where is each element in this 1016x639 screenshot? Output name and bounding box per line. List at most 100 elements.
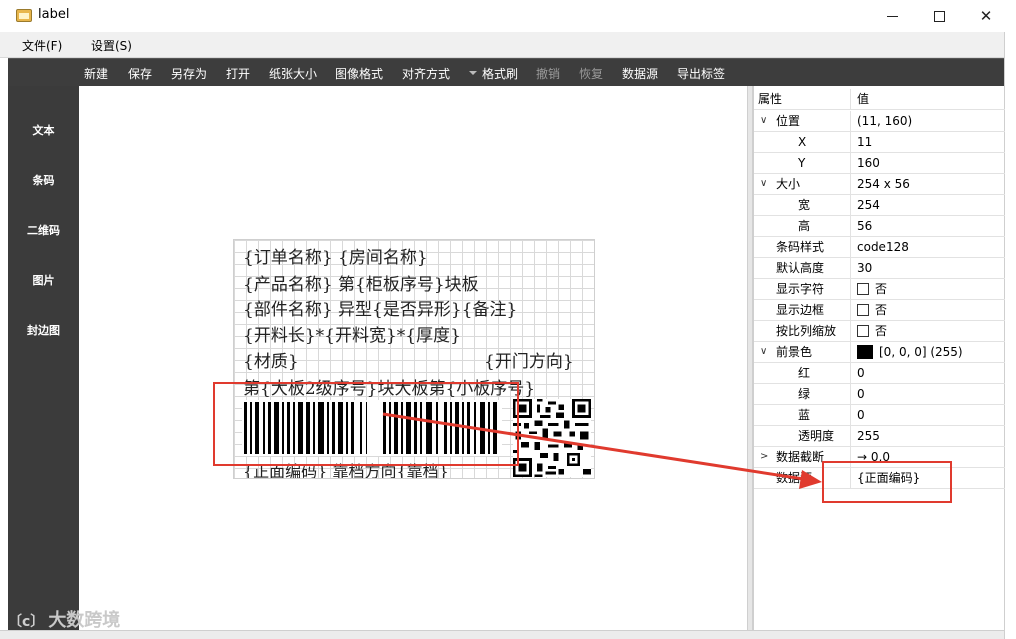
property-row-foreground[interactable]: ∨ 前景色 [0, 0, 0] (255) — [754, 342, 1005, 363]
show-chars-checkbox[interactable] — [857, 283, 869, 295]
datasource-button[interactable]: 数据源 — [622, 65, 658, 82]
status-strip — [0, 630, 1004, 639]
property-row-size[interactable]: ∨ 大小 254 x 56 — [754, 174, 1005, 195]
property-panel: 属性 值 ∨ 位置 (11, 160) X 11 Y 160 ∨ 大小 254 … — [753, 86, 1005, 630]
property-name: 按比列缩放 — [754, 321, 851, 342]
close-button[interactable]: ✕ — [963, 0, 1009, 32]
property-name-header: 属性 — [754, 89, 851, 110]
show-border-checkbox[interactable] — [857, 304, 869, 316]
new-button[interactable]: 新建 — [84, 65, 108, 82]
property-row-width[interactable]: 宽 254 — [754, 195, 1005, 216]
align-dropdown-icon[interactable] — [469, 71, 477, 75]
watermark-text: 大数跨境 — [48, 610, 121, 631]
property-value[interactable]: 160 — [857, 153, 1005, 174]
save-button[interactable]: 保存 — [128, 65, 152, 82]
property-value[interactable]: 11 — [857, 132, 1005, 153]
toolbar: 新建 保存 另存为 打开 纸张大小 图像格式 对齐方式 格式刷 撤销 恢复 数据… — [8, 58, 1004, 86]
property-value[interactable]: 30 — [857, 258, 1005, 279]
align-button[interactable]: 对齐方式 — [402, 65, 450, 82]
annotation-box-barcode — [213, 382, 519, 466]
property-value[interactable]: 否 — [857, 279, 1005, 300]
property-value[interactable]: 56 — [857, 216, 1005, 237]
property-value[interactable]: [0, 0, 0] (255) — [857, 342, 1005, 363]
property-value[interactable]: (11, 160) — [857, 111, 1005, 132]
paper-size-button[interactable]: 纸张大小 — [269, 65, 317, 82]
property-name: 大小 — [754, 174, 851, 195]
menu-settings[interactable]: 设置(S) — [91, 37, 132, 54]
property-value[interactable]: 0 — [857, 384, 1005, 405]
property-name: 蓝 — [754, 405, 851, 426]
tool-qrcode[interactable]: 二维码 — [8, 222, 79, 238]
export-label-button[interactable]: 导出标签 — [677, 65, 725, 82]
tool-text[interactable]: 文本 — [8, 122, 79, 138]
label-text-line[interactable]: {部件名称} 异型{是否异形}{备注} — [243, 295, 517, 320]
property-value[interactable]: 254 x 56 — [857, 174, 1005, 195]
property-value[interactable]: 否 — [857, 321, 1005, 342]
maximize-icon — [933, 10, 945, 22]
app-folder-icon — [16, 9, 32, 22]
property-row-proportional[interactable]: 按比列缩放 否 — [754, 321, 1005, 342]
color-swatch[interactable] — [857, 345, 873, 359]
property-row-y[interactable]: Y 160 — [754, 153, 1005, 174]
annotation-box-datasource — [822, 461, 952, 503]
property-name: 显示字符 — [754, 279, 851, 300]
window-edge — [1004, 32, 1016, 639]
property-row-height[interactable]: 高 56 — [754, 216, 1005, 237]
image-format-button[interactable]: 图像格式 — [335, 65, 383, 82]
window-title: label — [38, 7, 70, 22]
open-button[interactable]: 打开 — [226, 65, 250, 82]
property-name: Y — [754, 153, 851, 174]
property-value[interactable]: 0 — [857, 363, 1005, 384]
minimize-button[interactable] — [869, 0, 915, 32]
label-text-line[interactable]: {开门方向} — [484, 347, 574, 372]
property-name: 条码样式 — [754, 237, 851, 258]
minimize-icon — [886, 15, 898, 17]
property-row-red[interactable]: 红 0 — [754, 363, 1005, 384]
app-window: label ✕ 文件(F) 设置(S) 新建 保存 另存为 打开 纸张大小 图像… — [0, 0, 1016, 639]
label-text-line[interactable]: {订单名称} {房间名称} — [243, 243, 428, 268]
label-text-line[interactable]: {开料长}*{开料宽}*{厚度} — [243, 321, 461, 346]
watermark: 〔ᴄ〕 大数跨境 — [8, 606, 120, 632]
save-as-button[interactable]: 另存为 — [171, 65, 207, 82]
property-row-alpha[interactable]: 透明度 255 — [754, 426, 1005, 447]
element-toolbox: 文本 条码 二维码 图片 封边图 — [8, 86, 79, 630]
checkbox-value-label: 否 — [875, 282, 888, 296]
tool-edge-image[interactable]: 封边图 — [8, 322, 79, 338]
format-brush-button[interactable]: 格式刷 — [482, 65, 518, 82]
label-text-line[interactable]: {产品名称} 第{柜板序号}块板 — [243, 270, 479, 295]
watermark-logo-icon: 〔ᴄ〕 — [8, 614, 45, 630]
redo-button[interactable]: 恢复 — [579, 65, 603, 82]
property-name: 显示边框 — [754, 300, 851, 321]
menu-file[interactable]: 文件(F) — [22, 37, 62, 54]
property-name: 宽 — [754, 195, 851, 216]
property-row-blue[interactable]: 蓝 0 — [754, 405, 1005, 426]
property-value[interactable]: 254 — [857, 195, 1005, 216]
property-row-show-chars[interactable]: 显示字符 否 — [754, 279, 1005, 300]
property-name: 红 — [754, 363, 851, 384]
checkbox-value-label: 否 — [875, 324, 888, 338]
menu-bar: 文件(F) 设置(S) — [0, 32, 1004, 58]
property-value-header: 值 — [857, 92, 870, 106]
property-value[interactable]: 0 — [857, 405, 1005, 426]
property-row-barcode-style[interactable]: 条码样式 code128 — [754, 237, 1005, 258]
checkbox-value-label: 否 — [875, 303, 888, 317]
property-row-position[interactable]: ∨ 位置 (11, 160) — [754, 111, 1005, 132]
property-row-show-border[interactable]: 显示边框 否 — [754, 300, 1005, 321]
property-name: 绿 — [754, 384, 851, 405]
label-text-line[interactable]: {材质} — [243, 347, 299, 372]
property-row-default-height[interactable]: 默认高度 30 — [754, 258, 1005, 279]
property-value[interactable]: 255 — [857, 426, 1005, 447]
property-value[interactable]: 否 — [857, 300, 1005, 321]
proportional-checkbox[interactable] — [857, 325, 869, 337]
close-icon: ✕ — [979, 7, 993, 25]
undo-button[interactable]: 撤销 — [536, 65, 560, 82]
property-row-green[interactable]: 绿 0 — [754, 384, 1005, 405]
property-name: 透明度 — [754, 426, 851, 447]
maximize-button[interactable] — [916, 0, 962, 32]
qrcode-element[interactable] — [513, 399, 591, 477]
property-row-x[interactable]: X 11 — [754, 132, 1005, 153]
tool-barcode[interactable]: 条码 — [8, 172, 79, 188]
property-value[interactable]: code128 — [857, 237, 1005, 258]
color-value: [0, 0, 0] (255) — [879, 345, 963, 359]
tool-image[interactable]: 图片 — [8, 272, 79, 288]
